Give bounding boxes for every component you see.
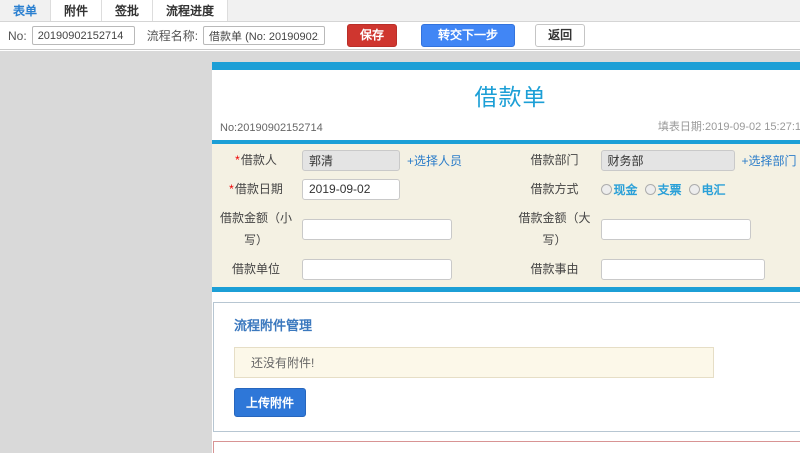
select-person-link[interactable]: +选择人员 [407, 152, 462, 169]
no-input[interactable] [31, 26, 135, 45]
amount-upper-label: 借款金额（大写） [518, 210, 591, 248]
department-label: 借款部门 [530, 153, 579, 167]
next-step-button[interactable]: 转交下一步 [421, 23, 516, 48]
tab-process-progress[interactable]: 流程进度 [153, 0, 229, 21]
loan-reason-label: 借款事由 [530, 262, 579, 277]
borrower-row: *借款人 +选择人员 [212, 146, 511, 175]
form-left-column: *借款人 +选择人员 *借款日期 借款金额（小写） [212, 146, 511, 284]
form-fill-date: 填表日期:2019-09-02 15:27:1 [657, 121, 800, 133]
process-name-label: 流程名称: [146, 29, 199, 43]
department-row: 借款部门 +选择部门 [511, 146, 800, 175]
action-toolbar: No: 流程名称: 保存 转交下一步 返回 [0, 22, 800, 50]
loan-method-radio-group: 现金 支票 电汇 [600, 181, 733, 198]
radio-check[interactable]: 支票 [644, 181, 682, 198]
loan-form-panel: 借款单 No:20190902152714 填表日期:2019-09-02 15… [212, 62, 800, 453]
divider-bottom [212, 286, 800, 292]
loan-reason-row: 借款事由 [511, 255, 800, 284]
required-mark: * [229, 181, 234, 196]
attachment-heading: 流程附件管理 [234, 317, 313, 333]
radio-check-label: 支票 [657, 182, 682, 197]
process-name-input[interactable] [203, 26, 326, 45]
radio-cash[interactable]: 现金 [600, 181, 638, 198]
loan-method-row: 借款方式 现金 支票 电汇 [511, 175, 800, 204]
borrower-input[interactable] [302, 149, 400, 171]
tab-form[interactable]: 表单 [0, 0, 52, 21]
amount-upper-input[interactable] [600, 218, 751, 240]
tab-approval[interactable]: 签批 [102, 0, 154, 21]
no-attachment-message: 还没有附件! [234, 346, 714, 378]
form-meta-row: No:20190902152714 填表日期:2019-09-02 15:27:… [212, 116, 800, 140]
upload-attachment-button[interactable]: 上传附件 [234, 387, 307, 417]
radio-wire-transfer[interactable]: 电汇 [688, 181, 726, 198]
amount-lower-label: 借款金额（小写） [219, 210, 292, 248]
back-button[interactable]: 返回 [535, 23, 586, 48]
amount-upper-row: 借款金额（大写） [511, 204, 800, 256]
amount-lower-input[interactable] [302, 218, 452, 240]
loan-date-label: *借款日期 [216, 178, 296, 201]
department-input[interactable] [600, 149, 735, 171]
radio-cash-label: 现金 [613, 182, 638, 197]
radio-circle-icon [644, 183, 656, 195]
approval-section: 流程签批意见 B I abc [213, 440, 800, 453]
tab-bar: 表单 附件 签批 流程进度 [0, 0, 800, 22]
radio-wire-transfer-label: 电汇 [701, 182, 726, 197]
attachment-section: 流程附件管理 还没有附件! 上传附件 [213, 301, 800, 432]
borrower-label-text: 借款人 [240, 153, 277, 167]
amount-lower-row: 借款金额（小写） [212, 204, 511, 256]
save-button[interactable]: 保存 [347, 23, 398, 48]
radio-circle-icon [600, 183, 612, 195]
loan-date-row: *借款日期 [212, 175, 511, 204]
form-number: No:20190902152714 [220, 122, 323, 134]
radio-circle-icon [688, 183, 700, 195]
loan-form-grid: *借款人 +选择人员 *借款日期 借款金额（小写） [212, 144, 800, 287]
loan-reason-input[interactable] [600, 259, 765, 281]
form-title: 借款单 [474, 84, 547, 110]
loan-method-label: 借款方式 [530, 181, 579, 196]
select-department-link[interactable]: +选择部门 [742, 152, 797, 169]
loan-date-input[interactable] [302, 178, 400, 200]
loan-unit-label: 借款单位 [231, 262, 280, 277]
loan-unit-row: 借款单位 [212, 255, 511, 284]
loan-date-label-text: 借款日期 [234, 181, 283, 196]
form-right-column: 借款部门 +选择部门 借款方式 现金 [511, 146, 800, 284]
page-background: 借款单 No:20190902152714 填表日期:2019-09-02 15… [0, 51, 800, 453]
panel-top-accent-bar [212, 62, 800, 70]
tab-attachments[interactable]: 附件 [51, 0, 103, 21]
required-mark: * [235, 153, 240, 167]
borrower-label: *借款人 [216, 149, 296, 172]
no-label: No: [8, 28, 27, 43]
loan-unit-input[interactable] [302, 259, 452, 281]
